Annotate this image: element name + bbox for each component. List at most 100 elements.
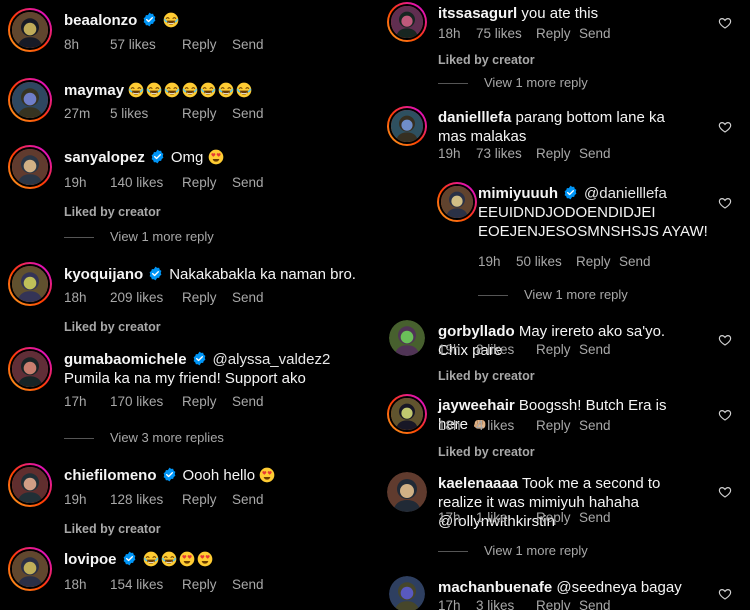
- avatar[interactable]: [387, 394, 427, 434]
- reply-button[interactable]: Reply: [536, 510, 571, 525]
- view-more-replies-button[interactable]: View 1 more reply: [64, 229, 214, 244]
- reply-button[interactable]: Reply: [182, 106, 217, 121]
- reply-button[interactable]: Reply: [182, 394, 217, 409]
- comments-pane-right[interactable]: itssasagurl you ate this 18h 75 likes Reply…: [375, 0, 750, 610]
- view-more-replies-button[interactable]: View 1 more reply: [438, 75, 588, 90]
- avatar[interactable]: [387, 2, 427, 42]
- username-link[interactable]: machanbuenafe: [438, 579, 552, 596]
- send-button[interactable]: Send: [232, 577, 264, 592]
- username-link[interactable]: sanyalopez: [64, 149, 145, 166]
- reply-button[interactable]: Reply: [182, 492, 217, 507]
- like-heart-icon[interactable]: [718, 196, 732, 210]
- send-button[interactable]: Send: [579, 510, 611, 525]
- likes-count[interactable]: 8 likes: [476, 342, 514, 357]
- username-link[interactable]: maymay: [64, 82, 124, 99]
- laugh-emoji: [161, 551, 177, 567]
- likes-count[interactable]: 140 likes: [110, 175, 163, 190]
- reply-button[interactable]: Reply: [182, 290, 217, 305]
- timestamp: 8h: [64, 37, 80, 52]
- username-link[interactable]: beaalonzo: [64, 12, 137, 29]
- send-button[interactable]: Send: [579, 342, 611, 357]
- view-more-replies-button[interactable]: View 3 more replies: [64, 430, 224, 445]
- reply-button[interactable]: Reply: [182, 577, 217, 592]
- avatar[interactable]: [387, 106, 427, 146]
- send-button[interactable]: Send: [579, 598, 611, 610]
- username-link[interactable]: gumabaomichele: [64, 351, 187, 368]
- mention-link[interactable]: @alyssa_valdez2: [213, 351, 331, 368]
- reply-button[interactable]: Reply: [182, 175, 217, 190]
- send-button[interactable]: Send: [232, 492, 264, 507]
- likes-count[interactable]: 75 likes: [476, 26, 522, 41]
- likes-count[interactable]: 154 likes: [110, 577, 163, 592]
- comment-body: Omg: [170, 149, 204, 166]
- laugh-emoji: [163, 12, 179, 28]
- username-link[interactable]: lovipoe: [64, 551, 117, 568]
- reply-button[interactable]: Reply: [536, 146, 571, 161]
- send-button[interactable]: Send: [232, 106, 264, 121]
- view-more-replies-button[interactable]: View 1 more reply: [438, 543, 588, 558]
- username-link[interactable]: kaelenaaaa: [438, 475, 518, 492]
- like-heart-icon[interactable]: [718, 485, 732, 499]
- like-heart-icon[interactable]: [718, 408, 732, 422]
- send-button[interactable]: Send: [579, 146, 611, 161]
- avatar[interactable]: [8, 547, 52, 591]
- avatar[interactable]: [8, 347, 52, 391]
- like-heart-icon[interactable]: [718, 16, 732, 30]
- likes-count[interactable]: 57 likes: [110, 37, 156, 52]
- comment-text: machanbuenafe @seedneya bagay: [438, 578, 698, 597]
- username-link[interactable]: mimiyuuuh: [478, 185, 558, 202]
- avatar[interactable]: [389, 576, 425, 610]
- send-button[interactable]: Send: [579, 418, 611, 433]
- timestamp: 19h: [438, 146, 461, 161]
- comments-pane-left[interactable]: beaalonzo 8h 57 likes Reply Send maymay 27m 5 …: [0, 0, 375, 610]
- likes-count[interactable]: 128 likes: [110, 492, 163, 507]
- reply-button[interactable]: Reply: [536, 598, 571, 610]
- send-button[interactable]: Send: [579, 26, 611, 41]
- liked-by-creator-label: Liked by creator: [64, 320, 161, 334]
- timestamp: 17h: [64, 394, 87, 409]
- username-link[interactable]: danielllefa: [438, 109, 511, 126]
- timestamp: 18h: [438, 26, 461, 41]
- likes-count[interactable]: 4 likes: [476, 418, 514, 433]
- likes-count[interactable]: 170 likes: [110, 394, 163, 409]
- send-button[interactable]: Send: [232, 394, 264, 409]
- like-heart-icon[interactable]: [718, 120, 732, 134]
- send-button[interactable]: Send: [232, 290, 264, 305]
- avatar[interactable]: [437, 182, 477, 222]
- reply-button[interactable]: Reply: [536, 418, 571, 433]
- username-link[interactable]: itssasagurl: [438, 5, 517, 22]
- likes-count[interactable]: 73 likes: [476, 146, 522, 161]
- avatar[interactable]: [8, 8, 52, 52]
- likes-count[interactable]: 5 likes: [110, 106, 148, 121]
- reply-button[interactable]: Reply: [576, 254, 611, 269]
- avatar[interactable]: [389, 320, 425, 356]
- view-more-replies-button[interactable]: View 1 more reply: [478, 287, 628, 302]
- view-more-label: View 1 more reply: [484, 75, 588, 90]
- avatar[interactable]: [8, 262, 52, 306]
- avatar[interactable]: [8, 145, 52, 189]
- likes-count[interactable]: 209 likes: [110, 290, 163, 305]
- mention-link[interactable]: @danielllefa: [584, 185, 667, 202]
- send-button[interactable]: Send: [619, 254, 651, 269]
- send-button[interactable]: Send: [232, 37, 264, 52]
- like-heart-icon[interactable]: [718, 587, 732, 601]
- username-link[interactable]: jayweehair: [438, 397, 515, 414]
- comment-text: chiefilomeno Oooh hello: [64, 466, 364, 485]
- likes-count[interactable]: 50 likes: [516, 254, 562, 269]
- reply-button[interactable]: Reply: [536, 26, 571, 41]
- avatar[interactable]: [387, 472, 427, 512]
- likes-count[interactable]: 3 likes: [476, 598, 514, 610]
- laugh-emoji: [143, 551, 159, 567]
- liked-by-creator-label: Liked by creator: [64, 522, 161, 536]
- username-link[interactable]: chiefilomeno: [64, 467, 157, 484]
- reply-button[interactable]: Reply: [182, 37, 217, 52]
- like-heart-icon[interactable]: [718, 333, 732, 347]
- send-button[interactable]: Send: [232, 175, 264, 190]
- likes-count[interactable]: 1 like: [476, 510, 508, 525]
- avatar[interactable]: [8, 78, 52, 122]
- username-link[interactable]: gorbyllado: [438, 323, 515, 340]
- username-link[interactable]: kyoquijano: [64, 266, 143, 283]
- reply-button[interactable]: Reply: [536, 342, 571, 357]
- avatar[interactable]: [8, 463, 52, 507]
- timestamp: 18h: [438, 418, 461, 433]
